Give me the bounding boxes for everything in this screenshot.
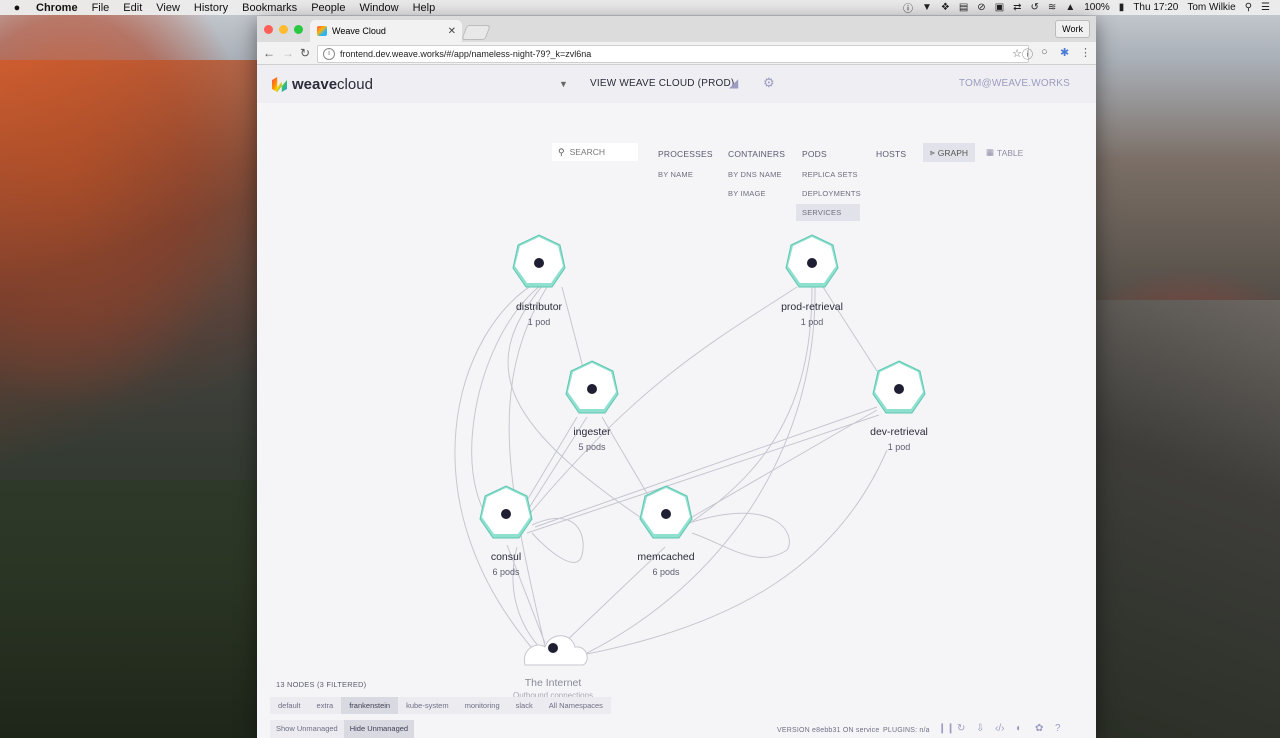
graph-edges <box>454 280 888 666</box>
menu-window[interactable]: Window <box>359 2 398 14</box>
back-icon[interactable]: ← <box>263 46 275 60</box>
namespace-extra[interactable]: extra <box>309 697 342 714</box>
node-consul[interactable] <box>479 485 533 539</box>
node-label-distributor: distributor <box>515 301 563 313</box>
menu-file[interactable]: File <box>92 2 110 14</box>
bookmark-star-icon[interactable]: ☆ <box>1012 47 1022 60</box>
node-sub-distributor: 1 pod <box>527 317 551 327</box>
menubar-clock[interactable]: Thu 17:20 <box>1133 2 1178 13</box>
node-label-consul: consul <box>490 551 522 563</box>
menu-edit[interactable]: Edit <box>123 2 142 14</box>
edge <box>454 280 548 666</box>
menu-people[interactable]: People <box>311 2 345 14</box>
namespace-selector: default extra frankenstein kube-system m… <box>270 697 611 714</box>
menu-history[interactable]: History <box>194 2 228 14</box>
menu-bookmarks[interactable]: Bookmarks <box>242 2 297 14</box>
chrome-menu-icon[interactable]: ⋮ <box>1080 46 1091 59</box>
help-icon[interactable]: ? <box>1055 723 1061 734</box>
node-label-internet: The Internet <box>524 677 582 689</box>
minimize-window-button[interactable] <box>279 25 288 34</box>
display-icon[interactable]: ▣ <box>995 2 1004 13</box>
show-unmanaged-option[interactable]: Show Unmanaged <box>270 720 344 738</box>
node-sub-dev-retrieval: 1 pod <box>887 442 911 452</box>
plugins-info: PLUGINS: n/a <box>883 727 930 734</box>
code-icon[interactable]: ‹/› <box>995 723 1004 734</box>
extension-info-icon[interactable]: ⓘ <box>1022 46 1033 62</box>
menubar-status-area: ⓘ ▼ ❖ ▤ ⊘ ▣ ⇄ ↺ ≋ ▲ 100% ▮ Thu 17:20 Tom… <box>903 0 1270 15</box>
volume-icon[interactable]: ▲ <box>1065 2 1075 13</box>
hide-unmanaged-option[interactable]: Hide Unmanaged <box>343 720 415 738</box>
wifi-icon[interactable]: ≋ <box>1048 2 1056 13</box>
weave-favicon-icon <box>317 26 327 36</box>
time-machine-icon[interactable]: ↺ <box>1031 2 1039 13</box>
refresh-icon[interactable]: ↻ <box>957 723 965 734</box>
contrast-icon[interactable]: ◐ <box>1016 723 1022 734</box>
namespace-default[interactable]: default <box>270 697 309 714</box>
topology-graph[interactable] <box>257 65 1096 738</box>
namespace-slack[interactable]: slack <box>508 697 541 714</box>
edge <box>822 286 878 372</box>
edge <box>512 546 548 656</box>
menu-help[interactable]: Help <box>413 2 436 14</box>
namespace-kube-system[interactable]: kube-system <box>398 697 457 714</box>
unmanaged-toggle: Show Unmanaged Hide Unmanaged <box>270 720 415 738</box>
new-tab-button[interactable] <box>461 25 491 40</box>
version-info: VERSION e8ebb31 ON service <box>777 727 880 734</box>
export-download-icon[interactable]: ⇩ <box>976 723 984 734</box>
menubar-user[interactable]: Tom Wilkie <box>1187 2 1235 13</box>
node-sub-consul: 6 pods <box>492 567 520 577</box>
tab-title: Weave Cloud <box>332 26 386 36</box>
site-info-icon[interactable]: i <box>323 48 335 60</box>
apple-menu-icon[interactable]: ● <box>10 2 24 14</box>
nodes-count: 13 NODES (3 FILTERED) <box>276 680 367 689</box>
node-label-memcached: memcached <box>637 551 695 563</box>
tab-bar: Weave Cloud ✕ Work <box>257 16 1096 42</box>
namespace-frankenstein[interactable]: frankenstein <box>341 697 399 714</box>
clipboard-icon[interactable]: ▤ <box>959 2 968 13</box>
browser-tab[interactable]: Weave Cloud ✕ <box>310 20 462 42</box>
network-icon[interactable]: ⇄ <box>1013 2 1021 13</box>
stop-icon[interactable]: ⊘ <box>977 2 985 13</box>
profile-button[interactable]: Work <box>1055 20 1090 38</box>
namespace-monitoring[interactable]: monitoring <box>457 697 508 714</box>
extension-puzzle-icon[interactable]: ✱ <box>1060 46 1069 59</box>
node-label-dev-retrieval: dev-retrieval <box>870 426 928 438</box>
spotlight-icon[interactable]: ⚲ <box>1245 2 1252 13</box>
pause-icon[interactable]: ❙❙ <box>938 723 955 734</box>
node-distributor[interactable] <box>512 234 566 288</box>
forward-icon[interactable]: → <box>282 46 294 60</box>
menu-view[interactable]: View <box>156 2 180 14</box>
browser-toolbar: ← → ↻ i frontend.dev.weave.works/#/app/n… <box>257 42 1096 65</box>
reload-icon[interactable]: ↻ <box>300 46 310 60</box>
debug-bug-icon[interactable]: ✿ <box>1035 723 1043 734</box>
tab-close-icon[interactable]: ✕ <box>448 26 456 37</box>
node-ingester[interactable] <box>565 360 619 414</box>
weave-scope-app: weavecloud ▼ VIEW WEAVE CLOUD (PROD) ◢ ⚙… <box>257 65 1096 738</box>
notification-center-icon[interactable]: ☰ <box>1261 2 1270 13</box>
menu-app-name[interactable]: Chrome <box>36 2 78 14</box>
node-sub-memcached: 6 pods <box>652 567 680 577</box>
dropbox-icon[interactable]: ❖ <box>941 2 950 13</box>
address-bar[interactable]: i frontend.dev.weave.works/#/app/nameles… <box>317 45 1029 63</box>
browser-window: Weave Cloud ✕ Work ← → ↻ i frontend.dev.… <box>257 16 1096 738</box>
battery-icon[interactable]: ▮ <box>1119 2 1125 13</box>
namespace-all[interactable]: All Namespaces <box>541 697 611 714</box>
url-text[interactable]: frontend.dev.weave.works/#/app/nameless-… <box>340 49 591 59</box>
close-window-button[interactable] <box>264 25 273 34</box>
download-icon[interactable]: ▼ <box>922 2 932 13</box>
extension-circle-icon[interactable]: ○ <box>1041 46 1048 58</box>
wallpaper-rock <box>1096 300 1280 738</box>
node-sub-ingester: 5 pods <box>578 442 606 452</box>
node-label-ingester: ingester <box>573 426 611 438</box>
node-sub-prod-retrieval: 1 pod <box>800 317 824 327</box>
menubar: ● Chrome File Edit View History Bookmark… <box>0 0 1280 15</box>
edge <box>578 286 816 658</box>
wallpaper-cliff <box>0 60 260 480</box>
node-label-prod-retrieval: prod-retrieval <box>781 301 843 313</box>
battery-percent[interactable]: 100% <box>1084 2 1110 13</box>
zoom-window-button[interactable] <box>294 25 303 34</box>
node-prod-retrieval[interactable] <box>785 234 839 288</box>
node-dev-retrieval[interactable] <box>872 360 926 414</box>
status-icon[interactable]: ⓘ <box>903 0 913 15</box>
